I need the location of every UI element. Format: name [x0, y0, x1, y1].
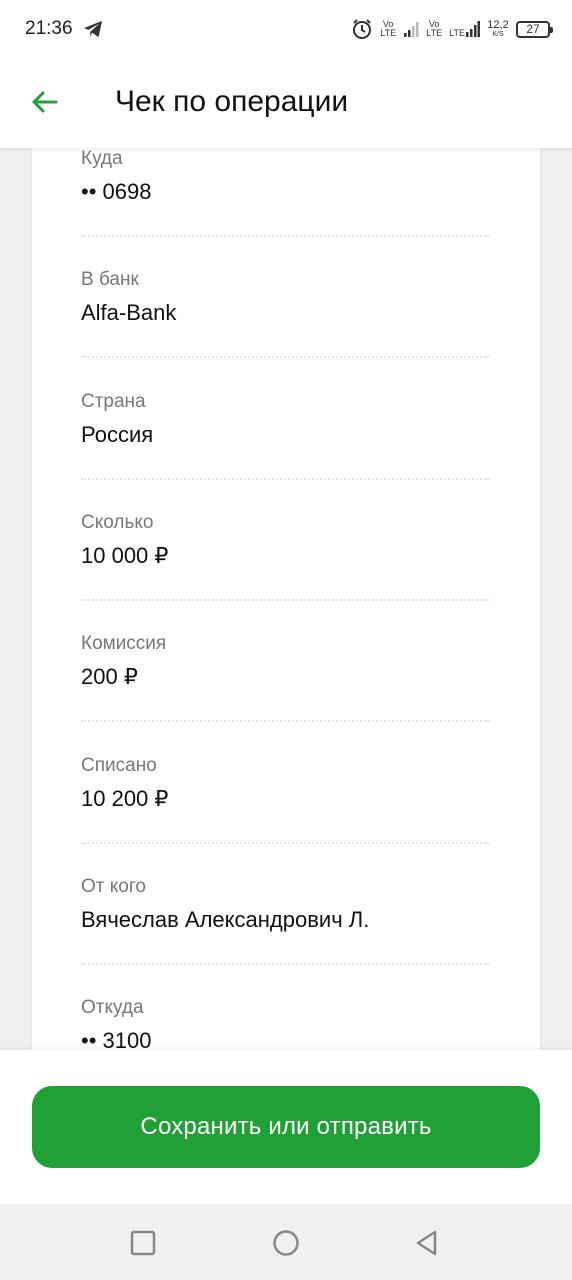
app-bar: Чек по операции — [0, 58, 572, 148]
divider — [81, 235, 489, 237]
field-label: В банк — [81, 269, 139, 290]
field-amount: Сколько 10 000 ₽ — [81, 512, 489, 569]
bottom-action-panel: Сохранить или отправить — [0, 1050, 572, 1204]
field-label: Сколько — [81, 512, 154, 533]
status-bar: 21:36 Vo LTE Vo LTE LTE 12,2 K/S 27 — [0, 0, 572, 58]
divider — [81, 478, 489, 480]
divider — [81, 356, 489, 358]
field-destination: Куда •• 0698 — [81, 148, 489, 205]
receipt-card: Куда •• 0698 В банк Alfa-Bank Страна Рос… — [32, 148, 540, 1050]
field-label: Откуда — [81, 997, 144, 1018]
field-label: Куда — [81, 148, 123, 169]
home-circle-icon[interactable] — [271, 1228, 301, 1258]
status-time: 21:36 — [25, 18, 73, 39]
system-nav-bar — [0, 1204, 572, 1280]
field-source: Откуда •• 3100 — [81, 997, 489, 1050]
divider — [81, 599, 489, 601]
field-value: Россия — [81, 422, 154, 447]
field-sender: От кого Вячеслав Александрович Л. — [81, 876, 489, 933]
divider — [81, 842, 489, 844]
field-label: Списано — [81, 755, 157, 776]
page-title: Чек по операции — [115, 85, 349, 118]
field-label: Комиссия — [81, 633, 167, 654]
back-triangle-icon[interactable] — [412, 1228, 442, 1258]
telegram-icon — [83, 20, 103, 38]
lte-label: LTE — [449, 28, 465, 38]
field-commission: Комиссия 200 ₽ — [81, 633, 489, 690]
field-label: Страна — [81, 391, 146, 412]
field-country: Страна Россия — [81, 391, 489, 448]
divider — [81, 963, 489, 965]
volte-icon: Vo LTE — [380, 19, 397, 38]
net-speed-value: 12,2 — [487, 18, 509, 31]
field-debited: Списано 10 200 ₽ — [81, 755, 489, 812]
field-label: От кого — [81, 876, 146, 897]
field-bank: В банк Alfa-Bank — [81, 269, 489, 326]
field-value: 200 ₽ — [81, 664, 138, 689]
net-speed-icon: 12,2 K/S — [486, 18, 510, 39]
field-value: Alfa-Bank — [81, 300, 177, 325]
receipt-scroll-area[interactable]: Куда •• 0698 В банк Alfa-Bank Страна Рос… — [0, 148, 572, 1050]
arrow-left-icon[interactable] — [28, 85, 62, 119]
save-or-send-button[interactable]: Сохранить или отправить — [32, 1086, 540, 1168]
field-value: •• 3100 — [81, 1028, 152, 1050]
divider — [81, 720, 489, 722]
net-speed-unit: K/S — [492, 30, 504, 38]
field-value: 10 000 ₽ — [81, 543, 169, 568]
signal-icon — [404, 22, 419, 37]
volte-icon-2: Vo LTE — [426, 19, 443, 38]
field-value: 10 200 ₽ — [81, 786, 169, 811]
lte-signal-icon: LTE — [449, 20, 480, 38]
field-value: Вячеслав Александрович Л. — [81, 907, 370, 932]
recents-square-icon[interactable] — [128, 1228, 158, 1258]
alarm-icon — [353, 19, 372, 39]
status-icons: Vo LTE Vo LTE LTE 12,2 K/S 27 — [351, 16, 553, 42]
battery-icon: 27 — [516, 20, 553, 38]
field-value: •• 0698 — [81, 179, 152, 204]
